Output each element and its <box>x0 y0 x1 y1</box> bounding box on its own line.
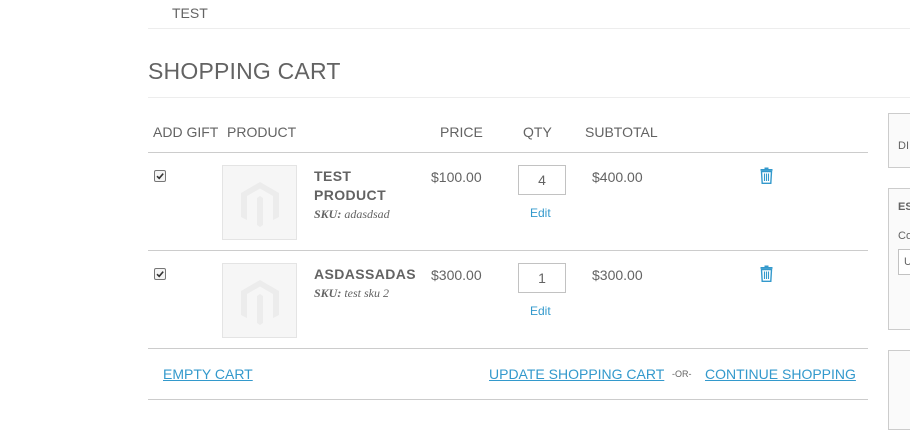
continue-shopping-button[interactable]: CONTINUE SHOPPING <box>705 366 856 382</box>
sku-value: test sku 2 <box>344 286 390 300</box>
sku-label: SKU: <box>314 286 342 300</box>
product-sku: SKU: adasdsad <box>314 207 390 222</box>
checkmark-icon <box>156 271 164 278</box>
product-name[interactable]: ASDASSADAS <box>314 265 424 284</box>
header-add-gift: ADD GIFT <box>153 124 219 140</box>
product-name[interactable]: TEST PRODUCT <box>314 167 424 205</box>
estimate-shipping-box: ES Co U <box>888 188 910 330</box>
edit-link[interactable]: Edit <box>530 304 551 318</box>
item-price: $100.00 <box>431 169 482 185</box>
qty-input[interactable] <box>518 165 566 195</box>
header-subtotal: SUBTOTAL <box>585 124 658 140</box>
country-label: Co <box>898 230 910 242</box>
breadcrumb-current: TEST <box>172 5 208 21</box>
product-thumbnail[interactable] <box>222 263 297 338</box>
discount-heading: DI <box>898 140 909 152</box>
edit-link[interactable]: Edit <box>530 206 551 220</box>
magento-logo-icon <box>241 182 279 227</box>
cart-actions: EMPTY CART UPDATE SHOPPING CART -OR- CON… <box>148 348 868 399</box>
magento-logo-icon <box>241 280 279 325</box>
sku-label: SKU: <box>314 207 342 221</box>
product-sku: SKU: test sku 2 <box>314 286 389 301</box>
item-subtotal: $300.00 <box>592 267 643 283</box>
checkmark-icon <box>156 173 164 180</box>
breadcrumb: TEST <box>148 0 910 29</box>
header-qty: QTY <box>523 124 552 140</box>
country-select-value: U <box>904 256 910 268</box>
sku-value: adasdsad <box>344 207 390 221</box>
header-price: PRICE <box>440 124 483 140</box>
page-title: SHOPPING CART <box>148 58 341 84</box>
qty-input[interactable] <box>518 263 566 293</box>
estimate-heading: ES <box>898 201 910 213</box>
cart-table: ADD GIFT PRODUCT PRICE QTY SUBTOTAL TEST… <box>148 98 868 418</box>
trash-icon[interactable] <box>760 265 773 287</box>
gift-checkbox[interactable] <box>154 170 166 182</box>
trash-icon[interactable] <box>760 167 773 189</box>
country-select[interactable]: U <box>898 249 910 275</box>
actions-divider <box>148 399 868 400</box>
gift-checkbox[interactable] <box>154 268 166 280</box>
item-subtotal: $400.00 <box>592 169 643 185</box>
discount-codes-box[interactable]: DI <box>888 113 910 168</box>
product-thumbnail[interactable] <box>222 165 297 240</box>
cart-item-row: TEST PRODUCT SKU: adasdsad $100.00 Edit … <box>148 153 868 251</box>
update-cart-button[interactable]: UPDATE SHOPPING CART <box>489 366 664 382</box>
empty-cart-button[interactable]: EMPTY CART <box>163 366 253 382</box>
totals-box <box>888 350 910 430</box>
or-separator: -OR- <box>672 369 692 379</box>
header-product: PRODUCT <box>227 124 297 140</box>
cart-item-row: ASDASSADAS SKU: test sku 2 $300.00 Edit … <box>148 251 868 349</box>
item-price: $300.00 <box>431 267 482 283</box>
